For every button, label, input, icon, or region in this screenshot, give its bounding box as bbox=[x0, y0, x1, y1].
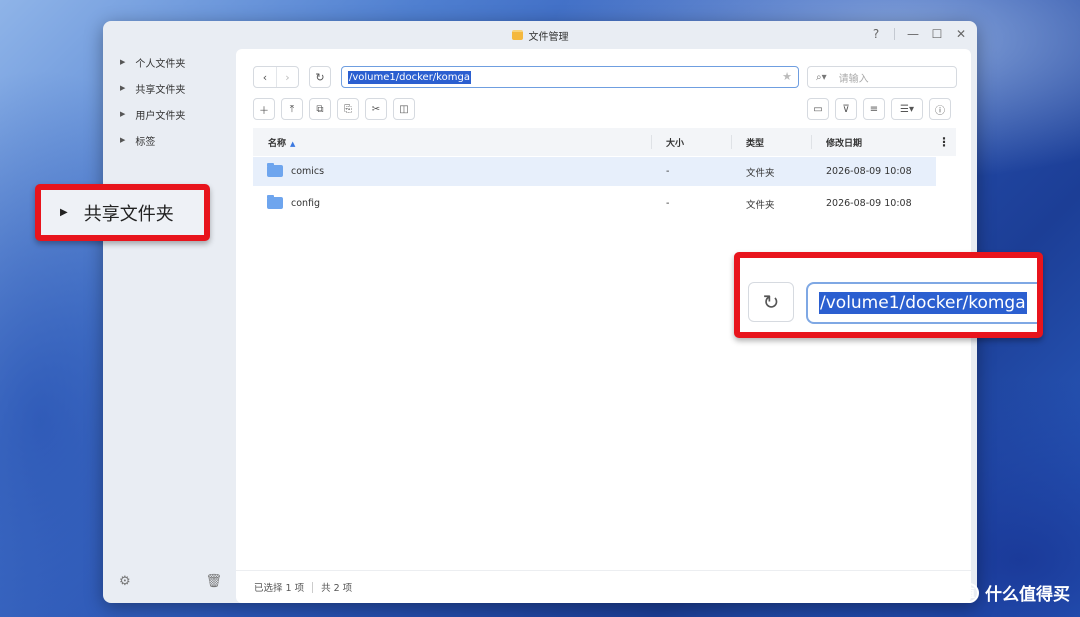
folder-icon bbox=[267, 163, 283, 177]
settings-icon[interactable]: ⚙ bbox=[119, 574, 131, 589]
copy-icon[interactable]: ⧉ bbox=[309, 98, 331, 120]
sidebar-item-personal[interactable]: ▶ 个人文件夹 bbox=[103, 49, 236, 75]
callout-path-box: /volume1/docker/komga bbox=[806, 282, 1037, 324]
refresh-icon: ↻ bbox=[748, 282, 794, 322]
forward-button[interactable]: › bbox=[276, 67, 298, 87]
status-bar: 已选择 1 项 共 2 项 bbox=[236, 570, 971, 603]
selected-count: 已选择 1 项 bbox=[254, 583, 305, 594]
path-text: /volume1/docker/komga bbox=[348, 70, 471, 84]
sidebar-item-tags[interactable]: ▶ 标签 bbox=[103, 127, 236, 153]
info-icon[interactable]: ⓘ bbox=[929, 98, 951, 120]
column-modified[interactable]: 修改日期 bbox=[826, 136, 862, 149]
file-size: - bbox=[666, 198, 670, 209]
expand-icon[interactable]: ▶ bbox=[120, 110, 125, 118]
back-button[interactable]: ‹ bbox=[254, 67, 276, 87]
paste-icon[interactable]: ⎘ bbox=[337, 98, 359, 120]
expand-icon[interactable]: ▶ bbox=[120, 84, 125, 92]
sidebar-item-label: 用户文件夹 bbox=[135, 110, 186, 122]
action-toolbar: ＋ ⤒ ⧉ ⎘ ✂ ◫ bbox=[253, 98, 415, 120]
watermark-logo-icon: 值 bbox=[959, 582, 979, 603]
file-manager-icon bbox=[511, 30, 523, 40]
sort-icon[interactable]: ≡ bbox=[863, 98, 885, 120]
column-divider bbox=[651, 135, 652, 149]
file-date: 2026-08-09 10:08 bbox=[826, 198, 912, 209]
refresh-icon: ↻ bbox=[315, 70, 325, 84]
file-type: 文件夹 bbox=[746, 167, 775, 179]
controls-divider bbox=[894, 28, 895, 40]
table-row[interactable]: config - 文件夹 2026-08-09 10:08 bbox=[253, 189, 936, 218]
search-input[interactable]: ⌕▾ 请输入 bbox=[807, 66, 957, 88]
callout-path-text: /volume1/docker/komga bbox=[819, 292, 1027, 314]
file-name: config bbox=[291, 198, 321, 209]
favorite-star-icon[interactable]: ★ bbox=[782, 70, 792, 83]
sidebar-item-user[interactable]: ▶ 用户文件夹 bbox=[103, 101, 236, 127]
compress-icon[interactable]: ◫ bbox=[393, 98, 415, 120]
title-bar: 文件管理 ? — ☐ ✕ bbox=[103, 21, 977, 49]
watermark-text: 什么值得买 bbox=[985, 585, 1070, 605]
upload-icon[interactable]: ⤒ bbox=[281, 98, 303, 120]
minimize-icon[interactable]: — bbox=[907, 27, 919, 41]
expand-icon[interactable]: ▶ bbox=[120, 58, 125, 66]
sort-icon: ▲ bbox=[290, 139, 296, 148]
file-type: 文件夹 bbox=[746, 199, 775, 211]
window-title: 文件管理 bbox=[528, 31, 569, 43]
path-input[interactable]: /volume1/docker/komga ★ bbox=[341, 66, 799, 88]
filter-icon[interactable]: ⊽ bbox=[835, 98, 857, 120]
sidebar-item-label: 标签 bbox=[135, 136, 156, 148]
status-divider bbox=[312, 581, 314, 593]
callout-label: 共享文件夹 bbox=[83, 203, 174, 225]
expand-icon: ▶ bbox=[60, 207, 68, 218]
column-divider bbox=[731, 135, 732, 149]
table-header: 名称 ▲ 大小 类型 修改日期 ⋮ bbox=[253, 128, 956, 156]
total-count: 共 2 项 bbox=[321, 583, 353, 594]
file-date: 2026-08-09 10:08 bbox=[826, 166, 912, 177]
expand-icon[interactable]: ▶ bbox=[120, 136, 125, 144]
archive-icon[interactable]: ▭ bbox=[807, 98, 829, 120]
new-icon[interactable]: ＋ bbox=[253, 98, 275, 120]
nav-buttons: ‹ › ↻ bbox=[253, 66, 331, 88]
file-size: - bbox=[666, 166, 670, 177]
refresh-button[interactable]: ↻ bbox=[309, 66, 331, 88]
search-placeholder: 请输入 bbox=[838, 73, 869, 85]
table-row[interactable]: comics - 文件夹 2026-08-09 10:08 bbox=[253, 157, 936, 186]
column-size[interactable]: 大小 bbox=[666, 136, 684, 149]
search-icon[interactable]: ⌕▾ bbox=[816, 72, 827, 83]
maximize-icon[interactable]: ☐ bbox=[931, 27, 943, 41]
sidebar: ▶ 个人文件夹 ▶ 共享文件夹 ▶ 用户文件夹 ▶ 标签 ⚙ 🗑 bbox=[103, 49, 236, 603]
more-options-icon[interactable]: ⋮ bbox=[938, 135, 950, 149]
sidebar-footer: ⚙ 🗑 bbox=[119, 574, 222, 589]
watermark: 值 什么值得买 bbox=[959, 580, 1070, 605]
view-toolbar: ▭ ⊽ ≡ ☰▾ ⓘ bbox=[807, 98, 951, 120]
sidebar-item-label: 共享文件夹 bbox=[135, 84, 186, 96]
history-buttons: ‹ › bbox=[253, 66, 299, 88]
folder-icon bbox=[267, 195, 283, 209]
path-callout: ↻ /volume1/docker/komga bbox=[734, 252, 1043, 338]
column-name[interactable]: 名称 ▲ bbox=[268, 136, 295, 149]
close-icon[interactable]: ✕ bbox=[955, 27, 967, 41]
sidebar-item-shared[interactable]: ▶ 共享文件夹 bbox=[103, 75, 236, 101]
sidebar-item-label: 个人文件夹 bbox=[135, 58, 186, 70]
view-mode-icon[interactable]: ☰▾ bbox=[891, 98, 923, 120]
column-name-label: 名称 bbox=[268, 138, 287, 149]
column-type[interactable]: 类型 bbox=[746, 136, 764, 149]
file-name: comics bbox=[291, 166, 325, 177]
trash-icon[interactable]: 🗑 bbox=[205, 574, 222, 589]
shared-folder-callout: ▶ 共享文件夹 bbox=[35, 184, 210, 241]
column-divider bbox=[811, 135, 812, 149]
window-controls: ? — ☐ ✕ bbox=[870, 27, 967, 41]
help-icon[interactable]: ? bbox=[870, 27, 882, 41]
cut-icon[interactable]: ✂ bbox=[365, 98, 387, 120]
